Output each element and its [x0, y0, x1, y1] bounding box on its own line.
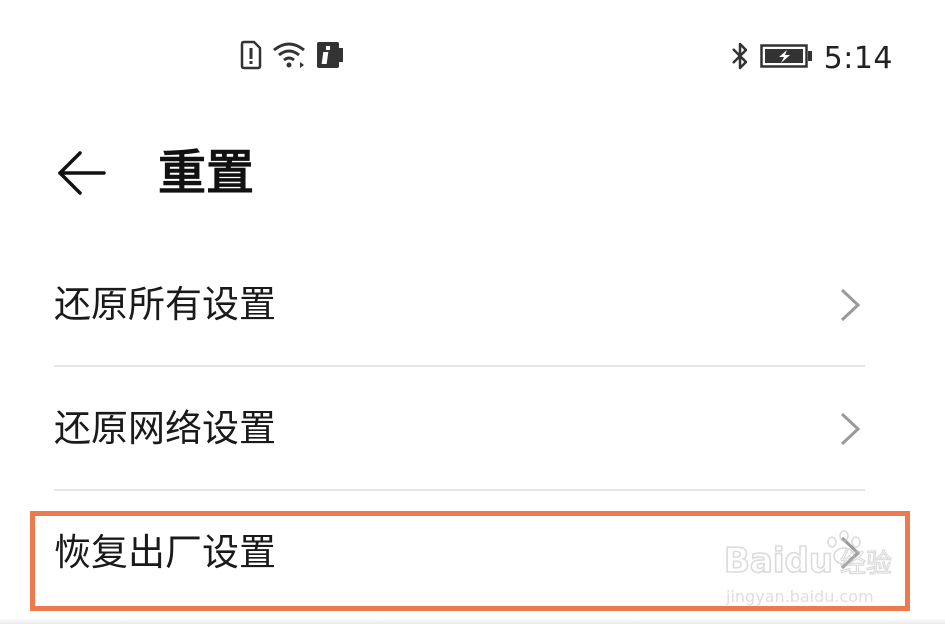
- settings-list: 还原所有设置 还原网络设置 恢复出厂设置: [0, 243, 945, 615]
- bluetooth-icon: [730, 40, 750, 76]
- status-time: 5:14: [823, 40, 893, 76]
- chevron-right-icon: [840, 412, 861, 446]
- chevron-right-icon: [840, 536, 861, 570]
- item-label: 恢复出厂设置: [54, 531, 276, 574]
- status-icons-left: [240, 40, 344, 74]
- list-item-factory-reset[interactable]: 恢复出厂设置: [0, 491, 945, 615]
- list-item-reset-network-settings[interactable]: 还原网络设置: [0, 367, 945, 491]
- bottom-edge: [0, 618, 945, 624]
- item-label: 还原所有设置: [54, 283, 276, 326]
- back-button[interactable]: [52, 143, 112, 203]
- sim-alert-icon: [240, 40, 262, 74]
- wifi-icon: [272, 40, 306, 74]
- chevron-right-icon: [840, 288, 861, 322]
- status-bar: 5:14: [0, 0, 945, 120]
- page-title: 重置: [158, 145, 255, 201]
- item-label: 还原网络设置: [54, 407, 276, 450]
- battery-charging-icon: [759, 42, 814, 74]
- status-icons-right: 5:14: [730, 40, 893, 76]
- list-item-reset-all-settings[interactable]: 还原所有设置: [0, 243, 945, 367]
- info-app-icon: [316, 40, 344, 74]
- arrow-left-icon: [58, 151, 106, 195]
- screen: 5:14 重置 还原所有设置 还原网络设置 恢复出厂设置 Baidu 经验 ji…: [0, 0, 945, 624]
- title-bar: 重置: [0, 125, 945, 225]
